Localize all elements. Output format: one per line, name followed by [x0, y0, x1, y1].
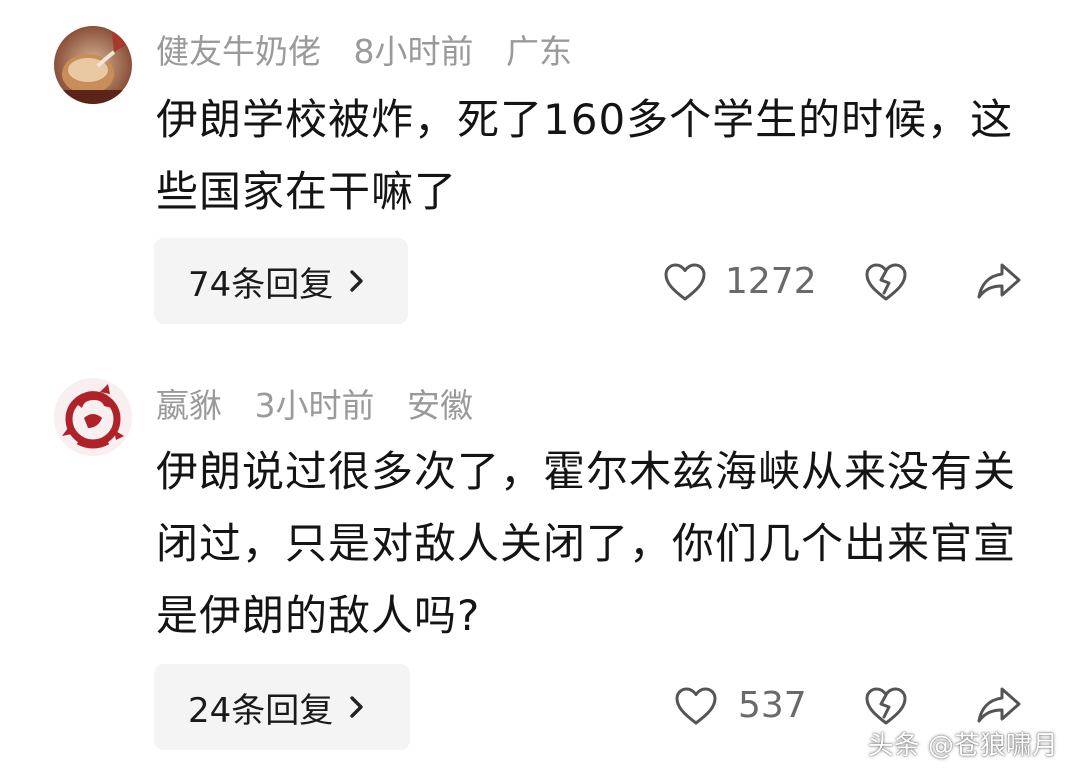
replies-label: 24条回复 — [188, 690, 334, 731]
share-icon[interactable] — [976, 684, 1022, 726]
replies-button[interactable]: 24条回复 — [154, 664, 410, 750]
avatar[interactable] — [54, 378, 132, 456]
location: 安徽 — [407, 386, 473, 425]
like-heart-icon[interactable] — [674, 686, 718, 726]
comment-text: 伊朗说过很多次了，霍尔木兹海峡从来没有关闭过，只是对敌人关闭了，你们几个出来官宣… — [156, 447, 1017, 640]
username[interactable]: 嬴貅 — [156, 386, 222, 425]
broken-heart-icon[interactable] — [864, 686, 908, 726]
chevron-right-icon — [350, 696, 363, 718]
red-dragon-avatar-icon — [54, 378, 132, 456]
like-count: 537 — [738, 685, 807, 726]
timestamp: 3小时前 — [254, 386, 375, 425]
watermark: 头条 @苍狼啸月 — [867, 731, 1058, 761]
comment-meta: 嬴貅 3小时前 安徽 — [156, 380, 495, 432]
comment-item: 嬴貅 3小时前 安徽 伊朗说过很多次了，霍尔木兹海峡从来没有关闭过，只是对敌人关… — [0, 0, 1080, 776]
